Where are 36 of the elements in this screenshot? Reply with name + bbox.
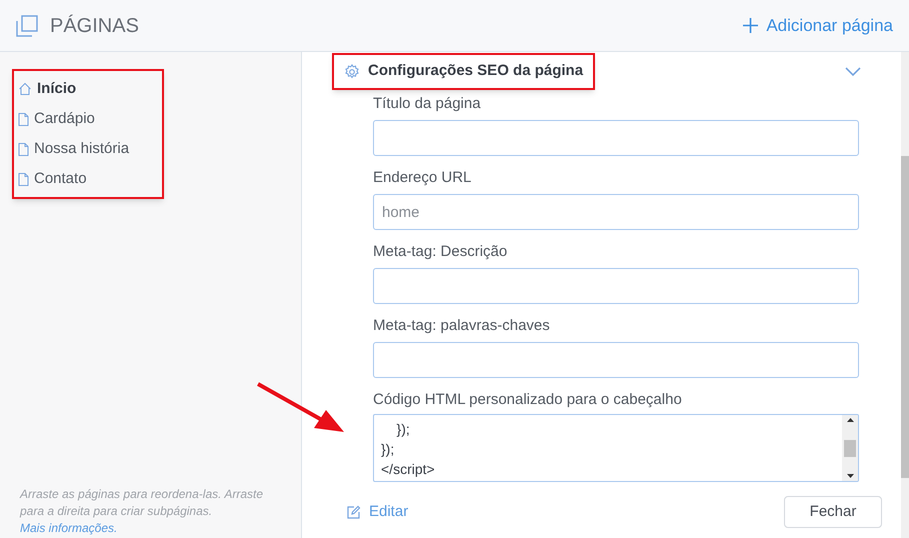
- text-field[interactable]: [373, 342, 859, 378]
- field-label: Código HTML personalizado para o cabeçalho: [373, 390, 683, 410]
- page-item[interactable]: Contato: [18, 164, 158, 194]
- scroll-down-icon[interactable]: [846, 474, 854, 478]
- scroll-up-icon[interactable]: [846, 418, 854, 422]
- page-icon: [18, 112, 29, 126]
- code-line: });: [381, 440, 396, 459]
- code-line: </script>: [381, 460, 436, 479]
- home-icon: [18, 82, 32, 96]
- field-label: Endereço URL: [373, 168, 472, 188]
- pages-icon: [16, 14, 38, 36]
- code-field[interactable]: }); }); </script>: [373, 414, 859, 482]
- text-field[interactable]: home: [373, 194, 859, 230]
- scrollbar-thumb[interactable]: [901, 156, 909, 478]
- settings-icon: [344, 64, 360, 80]
- code-line: });: [396, 420, 411, 439]
- field-label: Meta-tag: palavras-chaves: [373, 316, 551, 336]
- text-field[interactable]: [373, 120, 859, 156]
- field-label: Título da página: [373, 94, 482, 114]
- close-button[interactable]: Fechar: [784, 496, 882, 528]
- plus-icon: [743, 18, 758, 33]
- chevron-icon[interactable]: [845, 66, 861, 76]
- text-field[interactable]: [373, 268, 859, 304]
- scrollbar[interactable]: [901, 52, 909, 538]
- page-item[interactable]: Nossa história: [18, 134, 158, 164]
- field-label: Meta-tag: Descrição: [373, 242, 508, 262]
- seo-section-header[interactable]: Configurações SEO da página: [332, 53, 596, 90]
- page-icon: [18, 142, 29, 156]
- scrollbar[interactable]: [842, 415, 858, 481]
- page-item[interactable]: Início: [18, 74, 158, 104]
- page-item[interactable]: Cardápio: [18, 104, 158, 134]
- edit-icon: [346, 504, 361, 520]
- page-title: PÁGINAS: [50, 14, 139, 38]
- page-icon: [18, 172, 29, 186]
- scrollbar-thumb[interactable]: [844, 440, 856, 456]
- help-text: Arraste as páginas para reordena-las. Arraste para a direita para criar subpáginas. Mais informações.: [18, 486, 264, 537]
